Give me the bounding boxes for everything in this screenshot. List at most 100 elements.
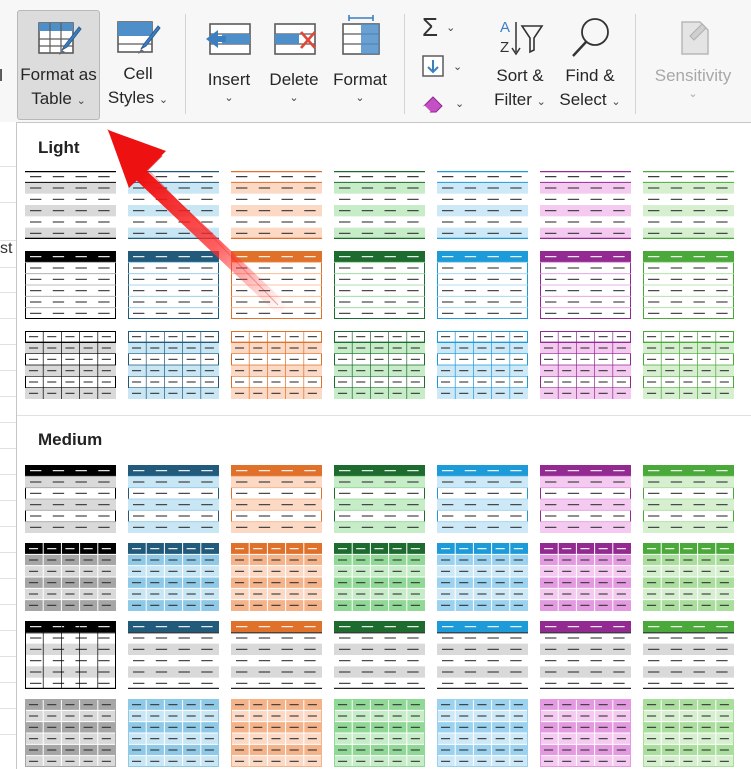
fill-button[interactable]: ⌄	[421, 54, 462, 78]
table-style-preview	[231, 543, 322, 611]
table-style-medium-full-grid-green[interactable]	[334, 699, 425, 767]
table-style-preview	[437, 621, 528, 689]
table-style-preview	[231, 699, 322, 767]
cell-styles-label1: Cell	[123, 64, 153, 83]
delete-cells-icon	[274, 23, 316, 55]
chevron-down-icon: ⌄	[446, 21, 456, 34]
table-style-medium-header-banded-lime[interactable]	[643, 465, 734, 533]
table-style-medium-full-grid-lime[interactable]	[643, 699, 734, 767]
table-style-medium-full-grid-orange[interactable]	[231, 699, 322, 767]
table-style-preview	[334, 621, 425, 689]
table-style-light-banded-purple[interactable]	[540, 171, 631, 239]
table-style-medium-full-grid-black[interactable]	[25, 699, 116, 767]
table-style-medium-plain-blue[interactable]	[128, 621, 219, 689]
table-style-medium-plain-black[interactable]	[25, 621, 116, 689]
autosum-button[interactable]: Σ ⌄	[422, 14, 455, 40]
table-style-medium-grid-banded-black[interactable]	[25, 543, 116, 611]
table-style-medium-header-banded-cyan[interactable]	[437, 465, 528, 533]
table-style-preview	[540, 621, 631, 689]
cell-styles-button[interactable]: Cell Styles ⌄	[104, 10, 172, 120]
table-style-medium-header-banded-green[interactable]	[334, 465, 425, 533]
chevron-down-icon: ⌄	[224, 92, 234, 104]
table-style-medium-plain-purple[interactable]	[540, 621, 631, 689]
table-style-light-grid-purple[interactable]	[540, 331, 631, 399]
table-style-medium-grid-banded-green[interactable]	[334, 543, 425, 611]
table-style-preview	[231, 465, 322, 533]
table-style-preview	[437, 699, 528, 767]
find-select-button[interactable]: Find & Select ⌄	[556, 10, 624, 120]
svg-text:A: A	[500, 19, 510, 36]
table-style-medium-plain-lime[interactable]	[643, 621, 734, 689]
table-style-medium-plain-cyan[interactable]	[437, 621, 528, 689]
table-style-light-header-green[interactable]	[334, 251, 425, 319]
table-style-light-grid-black[interactable]	[25, 331, 116, 399]
table-style-preview	[25, 621, 116, 689]
table-style-light-grid-blue[interactable]	[128, 331, 219, 399]
table-style-light-header-cyan[interactable]	[437, 251, 528, 319]
table-style-preview	[128, 171, 219, 239]
table-style-light-header-lime[interactable]	[643, 251, 734, 319]
table-style-preview	[231, 621, 322, 689]
table-style-preview	[643, 171, 734, 239]
table-style-medium-grid-banded-lime[interactable]	[643, 543, 734, 611]
table-style-medium-header-banded-purple[interactable]	[540, 465, 631, 533]
table-style-preview	[643, 621, 734, 689]
table-style-light-grid-cyan[interactable]	[437, 331, 528, 399]
table-style-preview	[437, 331, 528, 399]
chevron-down-icon: ⌄	[536, 96, 546, 108]
table-style-preview	[334, 171, 425, 239]
insert-label: Insert	[207, 70, 251, 89]
table-style-medium-grid-banded-orange[interactable]	[231, 543, 322, 611]
sort-filter-button[interactable]: A Z Sort & Filter ⌄	[487, 10, 553, 120]
clear-button[interactable]: ⌄	[421, 92, 464, 114]
table-style-medium-plain-green[interactable]	[334, 621, 425, 689]
table-style-preview	[334, 465, 425, 533]
table-style-light-grid-lime[interactable]	[643, 331, 734, 399]
format-button[interactable]: Format ⌄	[328, 10, 392, 120]
chevron-down-icon: ⌄	[76, 95, 86, 107]
table-style-preview	[128, 465, 219, 533]
table-style-medium-full-grid-cyan[interactable]	[437, 699, 528, 767]
table-style-medium-full-grid-blue[interactable]	[128, 699, 219, 767]
table-style-medium-grid-banded-purple[interactable]	[540, 543, 631, 611]
table-style-medium-header-banded-orange[interactable]	[231, 465, 322, 533]
table-style-preview	[25, 465, 116, 533]
table-style-light-header-black[interactable]	[25, 251, 116, 319]
table-style-preview	[540, 465, 631, 533]
table-style-light-grid-orange[interactable]	[231, 331, 322, 399]
format-cells-icon	[342, 15, 380, 55]
chevron-down-icon: ⌄	[355, 92, 365, 104]
insert-button[interactable]: Insert ⌄	[199, 10, 259, 120]
table-style-light-banded-green[interactable]	[334, 171, 425, 239]
table-style-preview	[643, 251, 734, 319]
fill-down-icon	[422, 55, 444, 77]
format-as-table-label2: Table ⌄	[31, 89, 86, 108]
delete-button[interactable]: Delete ⌄	[264, 10, 324, 120]
sensitivity-button[interactable]: Sensitivity ⌄	[648, 10, 738, 120]
table-style-medium-plain-orange[interactable]	[231, 621, 322, 689]
table-style-preview	[540, 699, 631, 767]
table-style-preview	[334, 331, 425, 399]
table-style-medium-grid-banded-cyan[interactable]	[437, 543, 528, 611]
table-style-light-header-orange[interactable]	[231, 251, 322, 319]
svg-text:Z: Z	[500, 39, 509, 56]
table-style-light-header-blue[interactable]	[128, 251, 219, 319]
table-style-light-banded-black[interactable]	[25, 171, 116, 239]
table-style-medium-grid-banded-blue[interactable]	[128, 543, 219, 611]
table-style-medium-header-banded-black[interactable]	[25, 465, 116, 533]
section-divider	[17, 415, 751, 416]
table-style-preview	[643, 543, 734, 611]
table-style-light-banded-orange[interactable]	[231, 171, 322, 239]
table-style-light-banded-cyan[interactable]	[437, 171, 528, 239]
table-style-light-banded-lime[interactable]	[643, 171, 734, 239]
format-as-table-button[interactable]: Format as Table ⌄	[17, 10, 100, 120]
chevron-down-icon: ⌄	[158, 94, 169, 106]
table-style-light-grid-green[interactable]	[334, 331, 425, 399]
table-style-medium-full-grid-purple[interactable]	[540, 699, 631, 767]
table-style-preview	[128, 699, 219, 767]
table-style-preview	[25, 251, 116, 319]
table-style-light-header-purple[interactable]	[540, 251, 631, 319]
chevron-down-icon: ⌄	[611, 96, 621, 108]
table-style-medium-header-banded-blue[interactable]	[128, 465, 219, 533]
table-style-light-banded-blue[interactable]	[128, 171, 219, 239]
